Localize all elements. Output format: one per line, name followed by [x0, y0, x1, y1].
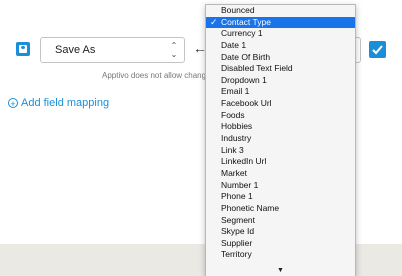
dropdown-option-label: Segment: [221, 214, 256, 225]
dropdown-option[interactable]: Phonetic Name: [206, 203, 355, 215]
dropdown-option[interactable]: Dropdown 1: [206, 75, 355, 87]
dropdown-option-label: Date 1: [221, 39, 247, 50]
dropdown-option-label: Contact Type: [221, 16, 271, 27]
plus-circle-icon: +: [8, 98, 18, 109]
stepper-icon: ⌃⌄: [170, 41, 178, 59]
dropdown-option[interactable]: Number 1: [206, 180, 355, 192]
dropdown-option-label: Bounced: [221, 5, 255, 15]
check-icon: ✓: [210, 16, 218, 27]
dropdown-option-label: Phonetic Name: [221, 202, 280, 213]
dropdown-option-label: Number 1: [221, 179, 259, 190]
dropdown-option-label: Hobbies: [221, 121, 253, 132]
dropdown-option[interactable]: Disabled Text Field: [206, 63, 355, 75]
dropdown-option[interactable]: ✓ Contact Type: [206, 16, 355, 29]
check-icon: [372, 45, 383, 55]
contact-card-icon: [16, 42, 30, 56]
mapping-note: Apptivo does not allow change: [102, 71, 211, 80]
dropdown-option-label: Email 1: [221, 86, 250, 97]
dropdown-option-label: Dropdown 1: [221, 74, 267, 85]
dropdown-option-label: Skype Id: [221, 226, 255, 237]
dropdown-option[interactable]: Territory: [206, 249, 355, 261]
dropdown-option-label: Supplier: [221, 237, 253, 248]
source-field-value: Save As: [55, 44, 96, 56]
dropdown-option-label: Industry: [221, 133, 252, 144]
dropdown-option[interactable]: Market: [206, 168, 355, 180]
dropdown-option[interactable]: Date 1: [206, 40, 355, 52]
dropdown-option-label: Currency 1: [221, 28, 263, 39]
add-field-mapping-link[interactable]: + Add field mapping: [8, 97, 109, 109]
add-field-mapping-label: Add field mapping: [21, 97, 110, 109]
dropdown-option[interactable]: Bounced: [206, 5, 355, 17]
field-dropdown-menu[interactable]: Bounced ✓ Contact Type Currency 1 Date 1 Date…: [205, 4, 356, 276]
dropdown-option-label: LinkedIn Url: [221, 156, 267, 167]
source-field-select[interactable]: Save As ⌃ ⌄: [40, 37, 185, 63]
dropdown-option[interactable]: Segment: [206, 215, 355, 227]
dropdown-option[interactable]: Phone 1: [206, 191, 355, 203]
dropdown-option[interactable]: Facebook Url: [206, 98, 355, 110]
dropdown-option[interactable]: Skype Id: [206, 226, 355, 238]
dropdown-option[interactable]: Hobbies: [206, 121, 355, 133]
dropdown-option[interactable]: Industry: [206, 133, 355, 145]
dropdown-option-label: Phone 1: [221, 191, 253, 202]
dropdown-option[interactable]: Date Of Birth: [206, 52, 355, 64]
dropdown-option-label: Market: [221, 167, 247, 178]
dropdown-option[interactable]: Link 3: [206, 145, 355, 157]
dropdown-option-label: Foods: [221, 109, 245, 120]
dropdown-option-label: Date Of Birth: [221, 51, 271, 62]
dropdown-option[interactable]: Currency 1: [206, 28, 355, 40]
dropdown-option-label: Territory: [221, 249, 252, 260]
dropdown-option-label: Facebook Url: [221, 98, 272, 109]
dropdown-option[interactable]: Supplier: [206, 238, 355, 250]
dropdown-option[interactable]: Foods: [206, 110, 355, 122]
dropdown-option-label: Disabled Text Field: [221, 63, 293, 74]
dropdown-option-label: Link 3: [221, 144, 244, 155]
confirm-mapping-button[interactable]: [369, 41, 386, 58]
dropdown-option[interactable]: LinkedIn Url: [206, 156, 355, 168]
dropdown-option[interactable]: Email 1: [206, 86, 355, 98]
scroll-down-icon[interactable]: ▼: [206, 266, 355, 276]
